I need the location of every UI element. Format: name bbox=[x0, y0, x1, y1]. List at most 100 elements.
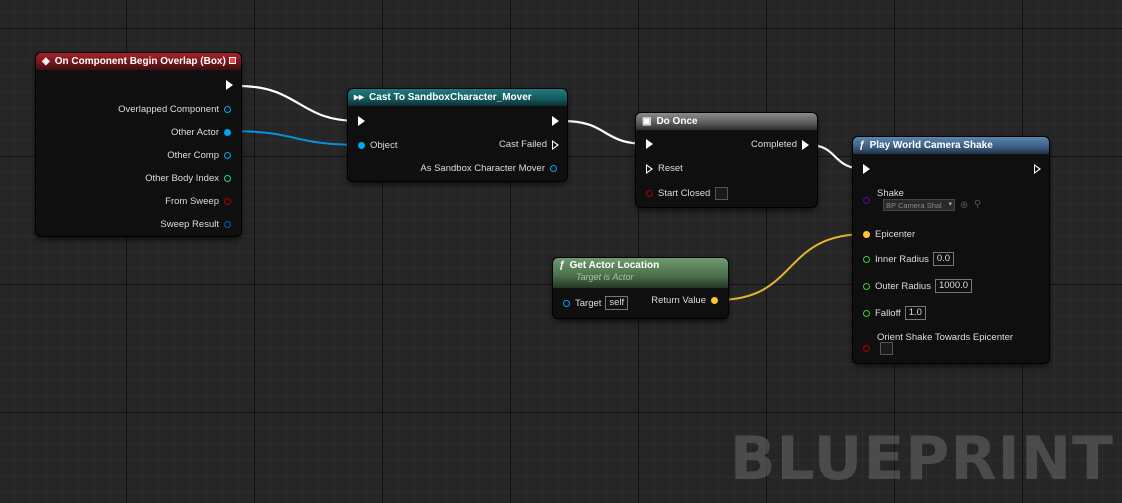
float-pin-icon[interactable] bbox=[863, 309, 870, 317]
object-pin-icon[interactable] bbox=[563, 299, 570, 307]
cast-arrows-icon: ▸▸ bbox=[354, 92, 365, 103]
pin-inner-radius[interactable]: Inner Radius 0.0 bbox=[863, 252, 955, 266]
class-pin-icon[interactable] bbox=[863, 197, 870, 204]
node-do-once[interactable]: ▣ Do Once Completed Reset Start Closed bbox=[636, 113, 817, 207]
exec-input-pin[interactable] bbox=[646, 139, 653, 149]
pin-outer-radius[interactable]: Outer Radius 1000.0 bbox=[863, 279, 973, 293]
pin-as-character[interactable]: As Sandbox Character Mover bbox=[420, 163, 557, 174]
pin-label: Outer Radius bbox=[875, 280, 931, 292]
pin-label: Other Actor bbox=[170, 127, 219, 138]
pin-label: Overlapped Component bbox=[118, 104, 219, 115]
pin-label: Return Value bbox=[651, 295, 706, 306]
pin-start-closed[interactable]: Start Closed bbox=[646, 187, 729, 200]
pin-return-value[interactable]: Return Value bbox=[651, 295, 718, 306]
vector-wire-location-to-epicenter bbox=[716, 233, 867, 301]
object-pin-icon[interactable] bbox=[358, 142, 365, 149]
blueprint-watermark: BLUEPRINT bbox=[729, 424, 1114, 494]
pin-label: Epicenter bbox=[875, 229, 916, 240]
bool-pin-icon[interactable] bbox=[646, 190, 653, 197]
pin-from-sweep[interactable]: From Sweep bbox=[165, 196, 231, 207]
node-on-component-begin-overlap[interactable]: ◈ On Component Begin Overlap (Box) Overl… bbox=[36, 53, 241, 236]
exec-input-icon[interactable] bbox=[863, 164, 870, 174]
node-title: Get Actor Location bbox=[569, 260, 660, 271]
vector-pin-icon[interactable] bbox=[863, 231, 870, 238]
node-cast-to-character[interactable]: ▸▸ Cast To SandboxCharacter_Mover Object… bbox=[348, 89, 567, 181]
outer-radius-field[interactable]: 1000.0 bbox=[934, 279, 973, 293]
node-get-actor-location[interactable]: ƒ Get Actor Location Target is Actor Tar… bbox=[553, 258, 728, 318]
node-header[interactable]: ƒ Get Actor Location Target is Actor bbox=[553, 258, 728, 288]
pin-shake-class[interactable] bbox=[863, 197, 870, 204]
object-pin-icon[interactable] bbox=[550, 165, 557, 172]
exec-input-icon[interactable] bbox=[358, 116, 365, 126]
pin-sweep-result[interactable]: Sweep Result bbox=[160, 219, 231, 230]
object-pin-icon[interactable] bbox=[224, 106, 231, 113]
pin-other-body-index[interactable]: Other Body Index bbox=[145, 173, 231, 184]
node-play-world-camera-shake[interactable]: ƒ Play World Camera Shake Shake BP Camer… bbox=[853, 137, 1049, 363]
start-closed-checkbox[interactable] bbox=[715, 187, 729, 200]
exec-input-icon[interactable] bbox=[646, 163, 653, 174]
pin-label: Target bbox=[575, 297, 602, 309]
int-pin-icon[interactable] bbox=[224, 175, 231, 182]
pin-epicenter[interactable]: Epicenter bbox=[863, 229, 915, 240]
exec-output-pin[interactable] bbox=[552, 116, 559, 126]
pin-label: Reset bbox=[658, 163, 683, 174]
pin-reset[interactable]: Reset bbox=[646, 163, 683, 174]
node-header[interactable]: ▣ Do Once bbox=[636, 113, 817, 130]
bool-pin-icon[interactable] bbox=[224, 198, 231, 205]
node-subtitle: Target is Actor bbox=[576, 272, 634, 282]
pin-label: Cast Failed bbox=[498, 139, 547, 150]
exec-output-icon[interactable] bbox=[226, 80, 233, 90]
orient-checkbox[interactable] bbox=[880, 342, 893, 355]
object-wire-other-actor-to-object bbox=[228, 130, 363, 146]
pin-object[interactable]: Object bbox=[358, 140, 397, 151]
node-header[interactable]: ▸▸ Cast To SandboxCharacter_Mover bbox=[348, 89, 567, 106]
pin-overlapped-component[interactable]: Overlapped Component bbox=[118, 104, 231, 115]
pin-label: Inner Radius bbox=[875, 253, 929, 265]
shake-asset-value: BP Camera Shal bbox=[886, 200, 942, 210]
pin-label: As Sandbox Character Mover bbox=[420, 163, 545, 174]
chevron-down-icon: ▾ bbox=[948, 201, 952, 208]
macro-icon: ▣ bbox=[642, 116, 652, 127]
target-self-field[interactable]: self bbox=[605, 296, 629, 310]
inner-radius-field[interactable]: 0.0 bbox=[932, 252, 955, 266]
struct-pin-icon[interactable] bbox=[224, 221, 231, 228]
pin-label: Orient Shake Towards Epicenter bbox=[877, 332, 1014, 343]
pin-orient[interactable] bbox=[863, 342, 893, 355]
pin-label: Start Closed bbox=[658, 188, 711, 199]
exec-output-icon[interactable] bbox=[1034, 164, 1041, 174]
function-f-icon: ƒ bbox=[559, 260, 565, 271]
node-title: Do Once bbox=[656, 116, 698, 127]
pin-falloff[interactable]: Falloff 1.0 bbox=[863, 306, 926, 320]
pin-label: Falloff bbox=[875, 307, 901, 319]
float-pin-icon[interactable] bbox=[863, 255, 870, 263]
vector-pin-icon[interactable] bbox=[711, 297, 718, 304]
exec-output-icon[interactable] bbox=[552, 139, 559, 150]
use-selected-asset-icon[interactable]: ⊕ bbox=[960, 200, 968, 211]
falloff-field[interactable]: 1.0 bbox=[904, 306, 926, 320]
node-header[interactable]: ◈ On Component Begin Overlap (Box) bbox=[36, 53, 241, 70]
delegate-pin-icon[interactable] bbox=[229, 57, 236, 64]
exec-output-icon[interactable] bbox=[802, 139, 809, 150]
exec-input-pin[interactable] bbox=[863, 164, 870, 174]
pin-label: Object bbox=[370, 140, 398, 151]
node-header[interactable]: ƒ Play World Camera Shake bbox=[853, 137, 1049, 154]
pin-other-actor[interactable]: Other Actor bbox=[171, 127, 231, 138]
exec-input-pin[interactable] bbox=[358, 116, 365, 126]
float-pin-icon[interactable] bbox=[863, 282, 870, 290]
node-title: Play World Camera Shake bbox=[869, 140, 993, 151]
exec-output-pin[interactable] bbox=[226, 80, 233, 90]
bool-pin-icon[interactable] bbox=[863, 345, 870, 352]
shake-asset-dropdown[interactable]: BP Camera Shal ▾ bbox=[883, 199, 955, 211]
search-icon[interactable]: ⚲ bbox=[974, 199, 981, 210]
pin-completed[interactable]: Completed bbox=[751, 139, 809, 150]
pin-cast-failed[interactable]: Cast Failed bbox=[499, 139, 559, 150]
function-f-icon: ƒ bbox=[859, 140, 865, 151]
pin-other-comp[interactable]: Other Comp bbox=[167, 150, 231, 161]
node-title: Cast To SandboxCharacter_Mover bbox=[369, 92, 532, 103]
exec-output-pin[interactable] bbox=[1034, 164, 1041, 174]
exec-input-icon[interactable] bbox=[646, 139, 653, 149]
object-pin-icon[interactable] bbox=[224, 152, 231, 159]
pin-target[interactable]: Target self bbox=[563, 296, 629, 310]
exec-output-icon[interactable] bbox=[552, 116, 559, 126]
object-pin-icon[interactable] bbox=[224, 129, 231, 136]
